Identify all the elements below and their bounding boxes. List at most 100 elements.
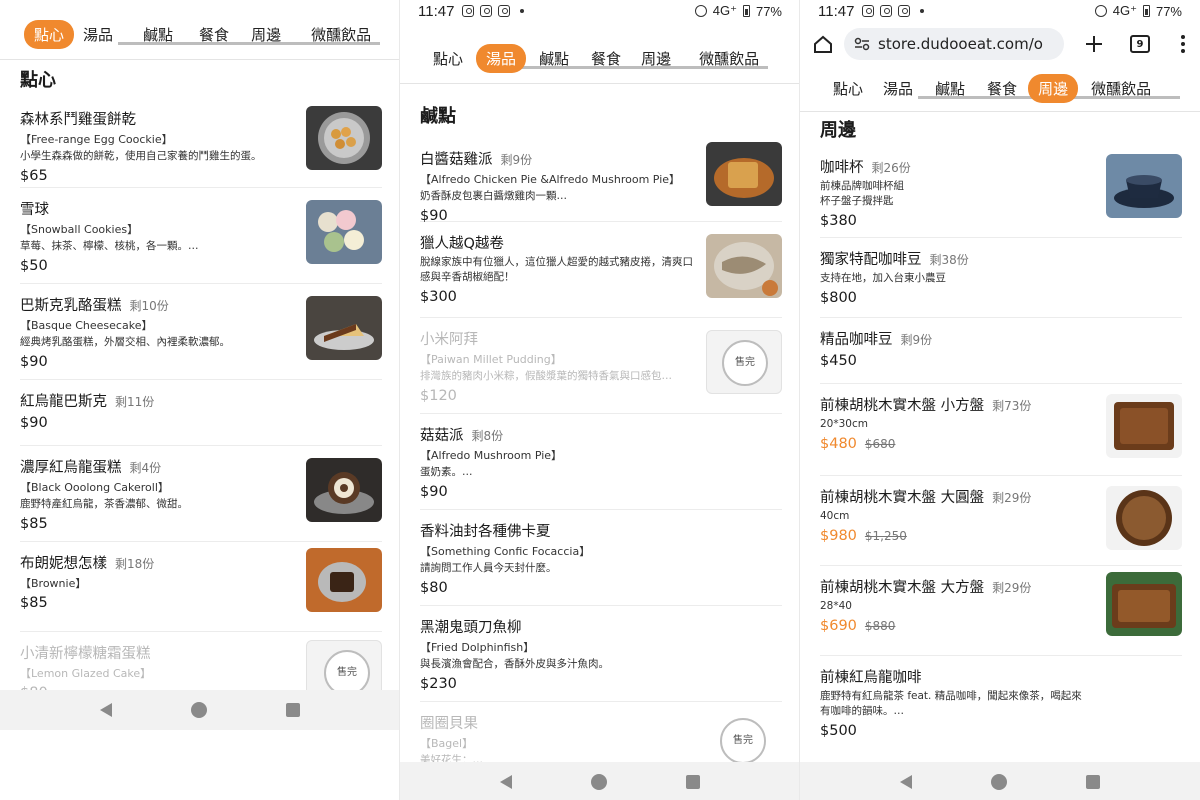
item-stock: 剩8份 — [471, 429, 504, 443]
pie-photo — [706, 142, 782, 206]
android-navbar — [0, 690, 400, 730]
item-english-name: 【Alfredo Mushroom Pie】 — [420, 449, 563, 462]
browser-toolbar: store.dudooeat.com/o 9 — [800, 22, 1200, 66]
item-name: 菇菇派 — [420, 428, 464, 444]
menu-item[interactable]: 黑潮鬼頭刀魚柳 【Fried Dolphinfish】 與長濱漁會配合，香酥外皮… — [420, 606, 782, 702]
tab-soups[interactable]: 湯品 — [74, 20, 122, 49]
item-price: $90 — [420, 484, 448, 500]
menu-item[interactable]: 獵人越Q越卷 脫線家族中有位獵人，這位獵人超愛的越式豬皮捲，清爽口感與辛香胡椒絕… — [420, 222, 782, 318]
item-name: 小米阿拜 — [420, 332, 478, 348]
menu-icon[interactable] — [1178, 35, 1188, 53]
item-name: 獵人越Q越卷 — [420, 236, 504, 252]
category-tabs: 點心 湯品 鹹點 餐食 周邊 微醺飲品 — [400, 22, 800, 73]
menu-item[interactable]: 獨家特配咖啡豆 剩38份 支持在地，加入台東小農豆 $800 — [820, 238, 1182, 318]
menu-item[interactable]: 巴斯克乳酪蛋糕 剩10份 【Basque Cheesecake】 經典烤乳酪蛋糕，… — [20, 284, 382, 380]
menu-item[interactable]: 菇菇派 剩8份 【Alfredo Mushroom Pie】 蛋奶素。… $90 — [420, 414, 782, 510]
item-stock: 剩9份 — [500, 153, 533, 167]
instagram-icon — [880, 5, 893, 17]
tab-meals[interactable]: 餐食 — [582, 44, 630, 73]
menu-item[interactable]: 濃厚紅烏龍蛋糕 剩4份 【Black Ooolong Cakeroll】 鹿野特產… — [20, 446, 382, 542]
cakeroll-photo — [306, 458, 382, 522]
menu-item[interactable]: 前棟胡桃木實木盤 大圓盤 剩29份 40cm $980 $1,250 — [820, 476, 1182, 566]
menu-item[interactable]: 圈圈貝果 【Bagel】 美好花生：… 售完 — [420, 702, 782, 766]
item-stock: 剩38份 — [929, 253, 969, 267]
menu-item[interactable]: 香料油封各種佛卡夏 【Something Confic Focaccia】 請詢… — [420, 510, 782, 606]
tab-savory[interactable]: 鹹點 — [926, 74, 974, 103]
item-stock: 剩73份 — [992, 399, 1032, 413]
roll-photo — [706, 234, 782, 298]
menu-item[interactable]: 小米阿拜 【Paiwan Millet Pudding】 排灣族的豬肉小米粽，假… — [420, 318, 782, 414]
tab-desserts[interactable]: 點心 — [424, 44, 472, 73]
back-icon[interactable] — [499, 775, 512, 789]
recents-icon[interactable] — [1086, 775, 1101, 789]
tab-drinks[interactable]: 微醺飲品 — [1082, 74, 1160, 103]
status-bar: 11:47 4G⁺ 77% — [400, 0, 800, 22]
cookie-photo — [306, 106, 382, 170]
item-english-name: 【Fried Dolphinfish】 — [420, 641, 535, 654]
recents-icon[interactable] — [286, 703, 301, 717]
android-navbar — [800, 762, 1200, 800]
tray-small-photo — [1106, 394, 1182, 458]
tab-savory[interactable]: 鹹點 — [134, 20, 182, 49]
menu-item[interactable]: 精品咖啡豆 剩9份 $450 — [820, 318, 1182, 384]
menu-item[interactable]: 布朗妮想怎樣 剩18份 【Brownie】 $85 — [20, 542, 382, 632]
item-name: 小清新檸檬糖霜蛋糕 — [20, 646, 151, 662]
back-icon[interactable] — [899, 775, 912, 789]
menu-item[interactable]: 雪球 【Snowball Cookies】 草莓、抹茶、檸檬、核桃，各一顆。… … — [20, 188, 382, 284]
menu-item[interactable]: 咖啡杯 剩26份 前棟品牌咖啡杯組 杯子盤子攪拌匙 $380 — [820, 146, 1182, 238]
item-stock: 剩9份 — [900, 333, 933, 347]
tab-merch[interactable]: 周邊 — [632, 44, 680, 73]
item-price: $500 — [820, 723, 857, 739]
tray-large-photo — [1106, 572, 1182, 636]
menu-item[interactable]: 紅烏龍巴斯克 剩11份 $90 — [20, 380, 382, 446]
menu-item[interactable]: 森林系鬥雞蛋餅乾 【Free-range Egg Coockie】 小學生森森做… — [20, 98, 382, 188]
notification-dot-icon — [520, 9, 525, 13]
tab-desserts[interactable]: 點心 — [824, 74, 872, 103]
tab-meals[interactable]: 餐食 — [978, 74, 1026, 103]
address-bar[interactable]: store.dudooeat.com/o — [844, 28, 1064, 60]
section-title: 周邊 — [820, 120, 856, 141]
soldout-stamp: 售完 — [720, 718, 766, 764]
recents-icon[interactable] — [686, 775, 701, 789]
home-icon[interactable] — [190, 702, 207, 718]
new-tab-icon[interactable] — [1084, 34, 1104, 54]
item-name: 白醬菇雞派 — [420, 152, 493, 168]
tab-savory[interactable]: 鹹點 — [530, 44, 578, 73]
item-name: 香料油封各種佛卡夏 — [420, 524, 551, 540]
tab-merch[interactable]: 周邊 — [1028, 74, 1079, 103]
tab-merch[interactable]: 周邊 — [242, 20, 290, 49]
tab-soups[interactable]: 湯品 — [476, 44, 527, 73]
menu-item[interactable]: 白醬菇雞派 剩9份 【Alfredo Chicken Pie &Alfredo M… — [420, 138, 782, 224]
menu-item[interactable]: 前棟胡桃木實木盤 小方盤 剩73份 20*30cm $480 $680 — [820, 384, 1182, 476]
tab-switcher-icon[interactable]: 9 — [1130, 35, 1150, 53]
round-tray-photo — [1106, 486, 1182, 550]
menu-item[interactable]: 前棟胡桃木實木盤 大方盤 剩29份 28*40 $690 $880 — [820, 566, 1182, 656]
tab-soups[interactable]: 湯品 — [874, 74, 922, 103]
tab-desserts[interactable]: 點心 — [24, 20, 75, 49]
tab-drinks[interactable]: 微醺飲品 — [690, 44, 768, 73]
item-name: 雪球 — [20, 202, 49, 218]
section-title: 鹹點 — [420, 106, 456, 127]
item-name: 前棟胡桃木實木盤 小方盤 — [820, 398, 985, 414]
instagram-icon — [862, 5, 875, 17]
tab-drinks[interactable]: 微醺飲品 — [302, 20, 380, 49]
soldout-stamp: 售完 — [722, 340, 768, 386]
menu-item[interactable]: 前棟紅烏龍咖啡 鹿野特有紅烏龍茶 feat. 精品咖啡，聞起來像茶，喝起來有咖啡… — [820, 656, 1182, 739]
item-stock: 剩11份 — [115, 395, 155, 409]
cup-photo — [1106, 154, 1182, 218]
item-price: $800 — [820, 290, 857, 306]
site-settings-icon[interactable] — [854, 37, 870, 51]
home-icon[interactable] — [990, 774, 1007, 790]
home-icon[interactable] — [812, 33, 834, 55]
item-original-price: $1,250 — [864, 529, 907, 543]
home-icon[interactable] — [590, 774, 607, 790]
brownie-photo — [306, 548, 382, 612]
back-icon[interactable] — [99, 703, 112, 717]
item-english-name: 【Something Confic Focaccia】 — [420, 545, 591, 558]
item-sale-price: $980 — [820, 528, 857, 544]
tab-meals[interactable]: 餐食 — [190, 20, 238, 49]
instagram-icon — [498, 5, 511, 17]
network-indicator: 4G⁺ — [712, 3, 737, 18]
item-name: 前棟胡桃木實木盤 大圓盤 — [820, 490, 985, 506]
item-price: $90 — [20, 415, 48, 431]
